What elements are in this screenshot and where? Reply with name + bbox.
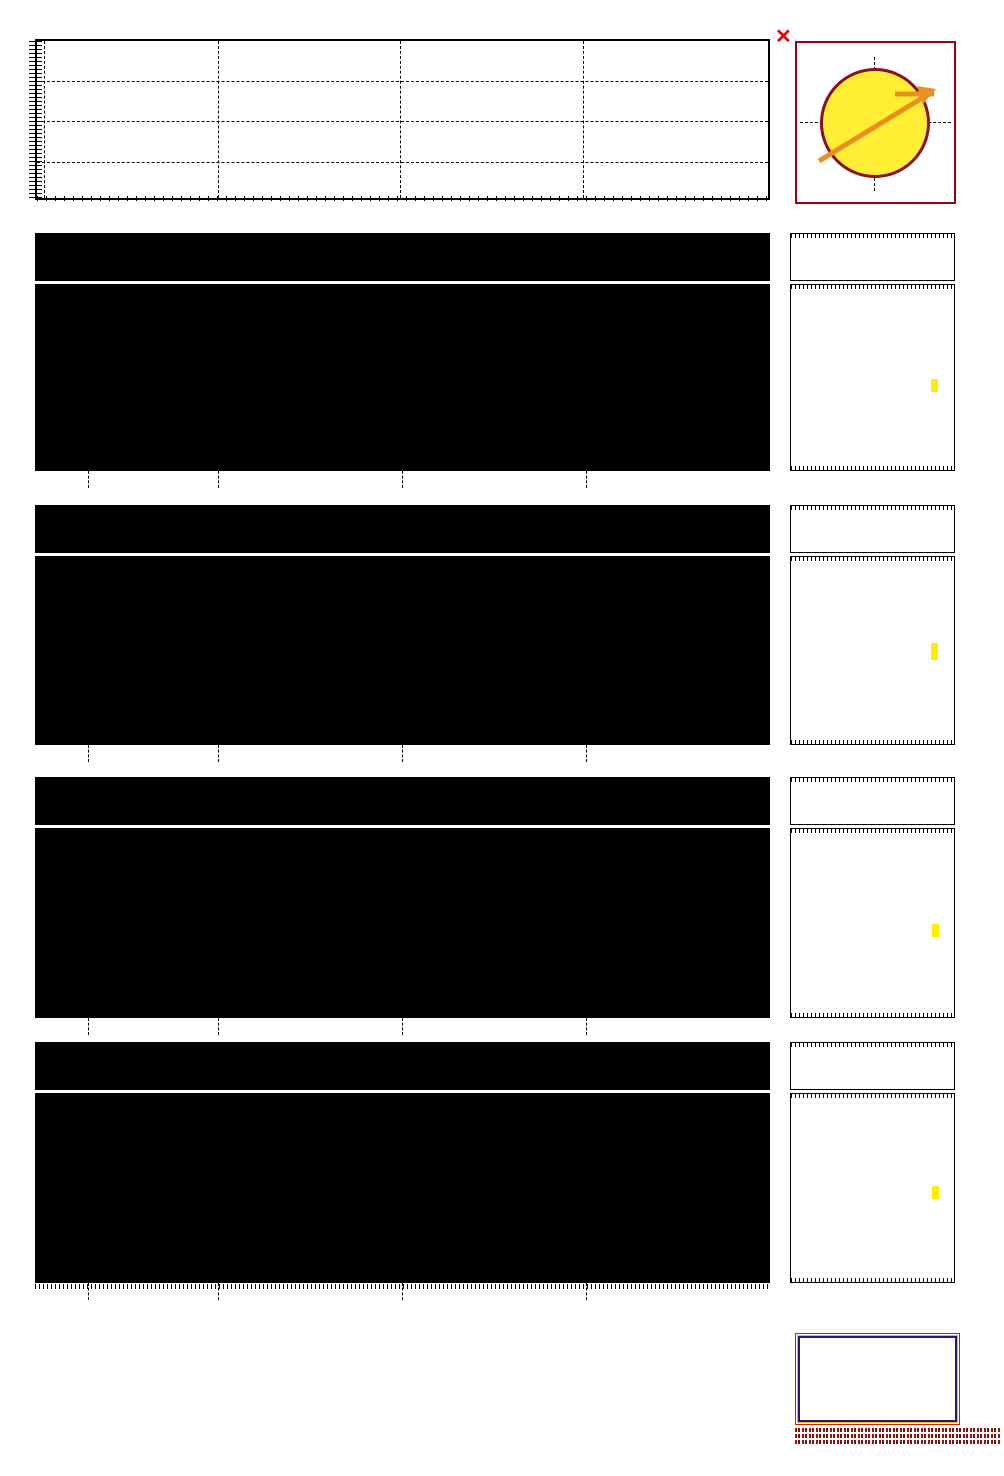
gridline xyxy=(402,471,403,488)
spectrogram-main-2 xyxy=(35,556,770,745)
gridline xyxy=(586,745,587,762)
log-axis-ticks xyxy=(29,41,42,198)
pha-window-hist-4 xyxy=(790,1042,955,1090)
pha-window-hist-3 xyxy=(790,777,955,825)
gridline xyxy=(218,1283,219,1300)
pha-window-marker xyxy=(932,1186,939,1199)
electron-proton-env-panel xyxy=(35,1322,770,1406)
pha-spectrum-hist-1 xyxy=(790,284,955,471)
pha-spectrum-hist-3 xyxy=(790,828,955,1018)
channel-label-3 xyxy=(6,777,34,1018)
cursor-x-marker: ✕ xyxy=(775,26,792,48)
pha-window-marker xyxy=(931,643,938,660)
gridline xyxy=(88,471,89,488)
gridline xyxy=(586,1283,587,1300)
pha-axis-1 xyxy=(769,473,976,489)
resik-dashboard: ✕ xyxy=(0,0,1004,1476)
pha-tick xyxy=(894,747,935,763)
in-window-label-4 xyxy=(966,1042,996,1299)
pha-tick xyxy=(811,747,852,763)
pha-tick xyxy=(769,473,810,489)
gridline xyxy=(88,745,89,762)
in-window-label-1 xyxy=(966,233,996,489)
pha-tick xyxy=(852,1285,893,1301)
gridline xyxy=(402,1018,403,1035)
pha-window-hist-1 xyxy=(790,233,955,281)
gridline xyxy=(88,1283,89,1300)
logo-credits-line xyxy=(795,1428,1000,1432)
pha-tick xyxy=(769,747,810,763)
gridline xyxy=(218,1018,219,1035)
spectral-lines-label-2 xyxy=(769,556,789,745)
pha-tick xyxy=(852,1020,893,1036)
channel-label-2 xyxy=(6,505,34,745)
spectrogram-strip-4 xyxy=(35,1042,770,1090)
pha-axis-4 xyxy=(769,1285,976,1301)
in-window-label-3 xyxy=(966,777,996,1034)
sun-pointing-panel xyxy=(795,41,956,204)
spectrogram-strip-1 xyxy=(35,233,770,281)
pha-tick xyxy=(811,473,852,489)
spectrogram-strip-3 xyxy=(35,777,770,825)
gridline xyxy=(402,745,403,762)
gridline xyxy=(586,471,587,488)
pha-tick xyxy=(811,1020,852,1036)
pha-axis-2 xyxy=(769,747,976,763)
time-axis-minor-ticks xyxy=(37,196,768,201)
spectral-lines-label-4 xyxy=(769,1093,789,1283)
spectrogram-main-3 xyxy=(35,828,770,1018)
pha-tick xyxy=(894,1020,935,1036)
resik-logo xyxy=(795,1333,960,1425)
pha-tick xyxy=(769,1020,810,1036)
gridline xyxy=(218,471,219,488)
pha-tick xyxy=(935,473,976,489)
spectrogram-strip-2 xyxy=(35,505,770,553)
hv-status-1 xyxy=(48,472,648,489)
gridline xyxy=(218,745,219,762)
pha-window-marker xyxy=(932,924,939,937)
pha-window-marker xyxy=(931,379,938,392)
spectrogram-main-4 xyxy=(35,1093,770,1283)
pha-tick xyxy=(935,1285,976,1301)
pha-axis-3 xyxy=(769,1020,976,1036)
spectral-lines-label-1 xyxy=(769,284,789,471)
channel-label-1 xyxy=(6,233,34,471)
pha-tick xyxy=(769,1285,810,1301)
flux-intensity-strip xyxy=(35,1412,770,1438)
pha-tick xyxy=(852,473,893,489)
pha-spectrum-hist-2 xyxy=(790,556,955,745)
pha-window-hist-2 xyxy=(790,505,955,553)
gridline xyxy=(88,1018,89,1035)
spectrogram-main-1 xyxy=(35,284,770,471)
pha-tick xyxy=(811,1285,852,1301)
pointing-arrow xyxy=(817,86,936,164)
pha-tick xyxy=(935,1020,976,1036)
goes-curves xyxy=(37,41,768,198)
pha-tick xyxy=(894,1285,935,1301)
pha-tick xyxy=(894,473,935,489)
logo-credits-line xyxy=(795,1440,1000,1444)
hv-status-2 xyxy=(48,746,648,763)
pha-tick xyxy=(935,747,976,763)
gridline xyxy=(586,1018,587,1035)
channel-label-4 xyxy=(6,1042,34,1283)
pha-tick xyxy=(852,747,893,763)
logo-credits-line xyxy=(795,1434,1000,1438)
pha-spectrum-hist-4 xyxy=(790,1093,955,1283)
env-panel-label xyxy=(8,1318,34,1414)
spectral-lines-label-3 xyxy=(769,828,789,1018)
goes-flux-plot xyxy=(35,39,770,200)
in-window-label-2 xyxy=(966,505,996,761)
hv-status-3 xyxy=(48,1019,648,1036)
gridline xyxy=(402,1283,403,1300)
hv-status-4 xyxy=(48,1284,648,1301)
